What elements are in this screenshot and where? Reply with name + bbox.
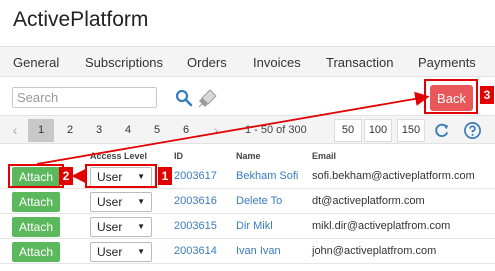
column-header-name[interactable]: Name — [236, 151, 261, 161]
next-page-button[interactable]: › — [203, 119, 229, 142]
tab-invoices[interactable]: Invoices — [253, 55, 301, 70]
chevron-down-icon: ▼ — [137, 197, 145, 206]
chevron-down-icon: ▼ — [137, 172, 145, 181]
callout-2: 2 — [59, 167, 73, 185]
back-button[interactable]: Back — [430, 85, 473, 111]
table-row: Attach User ▼ 2003616 Delete To dt@active… — [0, 189, 495, 214]
callout-3: 3 — [480, 86, 494, 104]
user-email: dt@activeplatform.com — [312, 195, 425, 207]
access-level-value: User — [97, 220, 123, 234]
page-3[interactable]: 3 — [86, 119, 112, 142]
pagination-bar: ‹ 1 2 3 4 5 6 › 1 - 50 of 300 50 100 150 — [0, 115, 495, 144]
toolbar — [0, 77, 495, 115]
access-level-value: User — [97, 170, 123, 184]
help-icon[interactable] — [463, 121, 482, 140]
user-id-link[interactable]: 2003614 — [174, 245, 217, 257]
tab-transaction[interactable]: Transaction — [326, 55, 393, 70]
page-size-100[interactable]: 100 — [364, 119, 392, 142]
page-5[interactable]: 5 — [144, 119, 170, 142]
tab-general[interactable]: General — [13, 55, 59, 70]
chevron-down-icon: ▼ — [137, 247, 145, 256]
access-level-value: User — [97, 245, 123, 259]
user-name-link[interactable]: Bekham Sofi — [236, 170, 298, 182]
access-level-select[interactable]: User ▼ — [90, 242, 152, 262]
refresh-icon[interactable] — [432, 121, 451, 140]
column-header-access-level[interactable]: Access Level — [90, 151, 147, 161]
column-header-email[interactable]: Email — [312, 151, 336, 161]
page-size-50[interactable]: 50 — [334, 119, 362, 142]
user-email: sofi.bekham@activeplatform.com — [312, 170, 475, 182]
user-name-link[interactable]: Ivan Ivan — [236, 245, 281, 257]
search-input[interactable] — [12, 87, 157, 108]
attach-button[interactable]: Attach — [12, 192, 60, 212]
access-level-select[interactable]: User ▼ — [90, 192, 152, 212]
app-title: ActivePlatform — [13, 8, 149, 31]
user-email: mikl.dir@activeplatfrom.com — [312, 220, 451, 232]
chevron-down-icon: ▼ — [137, 222, 145, 231]
attach-button[interactable]: Attach — [12, 217, 60, 237]
tab-bar: General Subscriptions Orders Invoices Tr… — [0, 46, 495, 77]
access-level-select[interactable]: User ▼ — [90, 167, 152, 187]
user-name-link[interactable]: Delete To — [236, 195, 282, 207]
column-header-id[interactable]: ID — [174, 151, 183, 161]
callout-1: 1 — [158, 167, 172, 185]
clear-filter-icon[interactable] — [197, 87, 219, 109]
table-row: Attach User ▼ 2003617 Bekham Sofi sofi.be… — [0, 164, 495, 189]
page-1[interactable]: 1 — [28, 119, 54, 142]
table-row: Attach User ▼ 2003614 Ivan Ivan john@acti… — [0, 239, 495, 264]
tab-payments[interactable]: Payments — [418, 55, 476, 70]
search-icon[interactable] — [175, 89, 193, 107]
user-email: john@activeplatfrom.com — [312, 245, 437, 257]
attach-button[interactable]: Attach — [12, 242, 60, 262]
user-id-link[interactable]: 2003617 — [174, 170, 217, 182]
prev-page-button[interactable]: ‹ — [2, 119, 28, 142]
access-level-select[interactable]: User ▼ — [90, 217, 152, 237]
page-4[interactable]: 4 — [115, 119, 141, 142]
tab-subscriptions[interactable]: Subscriptions — [85, 55, 163, 70]
user-name-link[interactable]: Dir Mikl — [236, 220, 273, 232]
user-id-link[interactable]: 2003615 — [174, 220, 217, 232]
page-6[interactable]: 6 — [173, 119, 199, 142]
tab-orders[interactable]: Orders — [187, 55, 227, 70]
access-level-value: User — [97, 195, 123, 209]
page-size-150[interactable]: 150 — [397, 119, 425, 142]
user-id-link[interactable]: 2003616 — [174, 195, 217, 207]
attach-button[interactable]: Attach — [12, 167, 60, 187]
table-row: Attach User ▼ 2003615 Dir Mikl mikl.dir@a… — [0, 214, 495, 239]
pagination-range: 1 - 50 of 300 — [245, 124, 307, 136]
page-2[interactable]: 2 — [57, 119, 83, 142]
